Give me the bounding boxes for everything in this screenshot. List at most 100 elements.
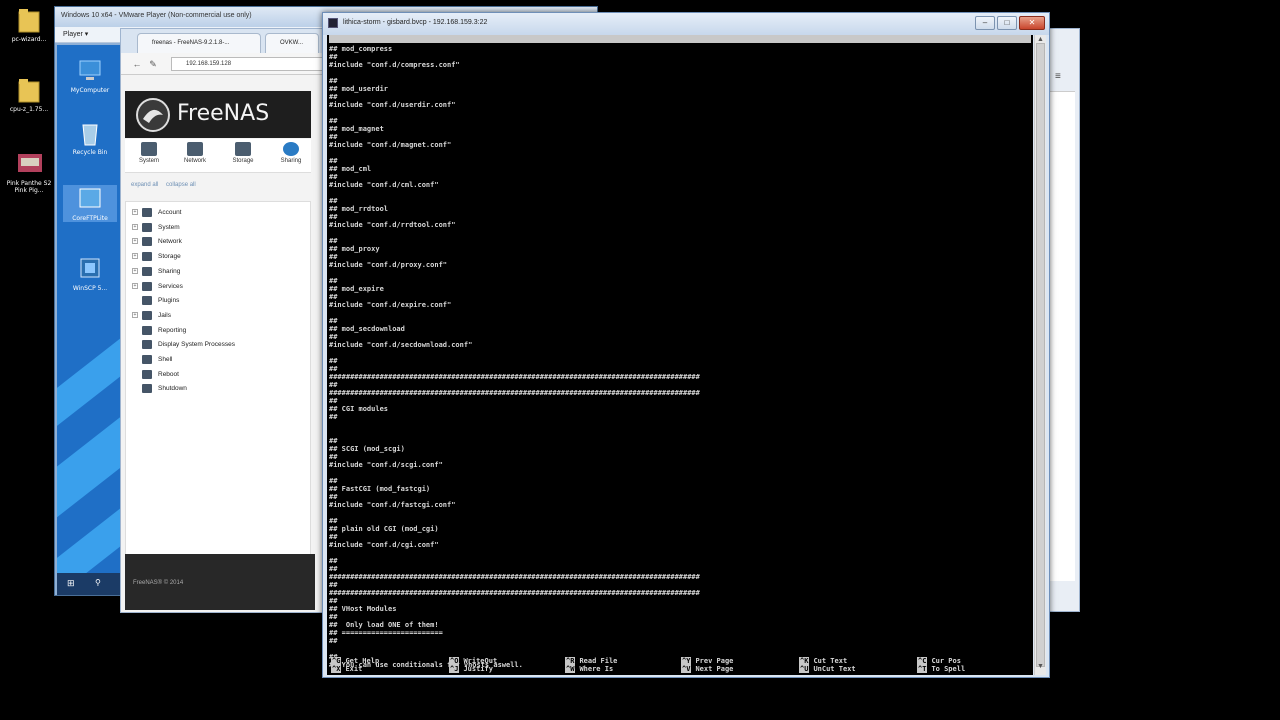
scroll-down-icon[interactable]: ▼ xyxy=(1037,663,1044,670)
terminal-line: ## mod_compress xyxy=(329,45,393,53)
terminal-line: #include "conf.d/proxy.conf" xyxy=(329,261,448,269)
expand-toggle-icon[interactable]: + xyxy=(132,282,138,289)
shortcut-cut-text: ^K Cut Text xyxy=(799,657,847,665)
terminal-line: ########################################… xyxy=(329,573,700,581)
shortcut-label: Justify xyxy=(463,665,493,673)
desktop-icon-pc-wizard[interactable]: pc-wizard... xyxy=(2,6,56,43)
shortcut-key: ^T xyxy=(917,665,928,673)
scrollbar-thumb[interactable] xyxy=(1036,43,1045,667)
vm-icon-mycomputer[interactable]: MyComputer xyxy=(63,57,117,94)
scroll-up-icon[interactable]: ▲ xyxy=(1037,36,1044,43)
sharing-icon xyxy=(142,266,152,276)
desktop-icon-cpu-z[interactable]: cpu-z_1.75... xyxy=(2,76,56,113)
windows-start-icon[interactable]: ⊞ xyxy=(67,578,75,589)
expand-toggle-icon[interactable]: + xyxy=(132,311,138,318)
toolbar-sharing-button[interactable]: Sharing xyxy=(269,142,313,164)
terminal-line: ########################################… xyxy=(329,373,700,381)
vm-taskbar[interactable]: ⊞ ⚲ xyxy=(57,573,125,595)
reboot-icon xyxy=(142,369,152,379)
freenas-toolbar: System Network Storage Sharing xyxy=(125,139,311,173)
shortcut-label: To Spell xyxy=(931,665,966,673)
nano-filename: File: modules.conf xyxy=(575,51,651,59)
navigation-tree: + Account + System + Network + Storage + Sharing +… xyxy=(125,201,311,581)
expand-toggle-icon[interactable]: + xyxy=(132,209,138,215)
terminal-line: ## mod_magnet xyxy=(329,125,384,133)
menu-icon[interactable]: ≡ xyxy=(1055,71,1061,82)
toolbar-storage-button[interactable]: Storage xyxy=(221,142,265,164)
shell-icon xyxy=(142,355,152,364)
search-icon[interactable]: ⚲ xyxy=(95,578,101,587)
vm-icon-label: WinSCP 5... xyxy=(72,285,108,292)
tree-item-label: System xyxy=(158,223,180,231)
expand-toggle-icon[interactable]: + xyxy=(132,238,138,245)
terminal-line: #include "conf.d/fastcgi.conf" xyxy=(329,501,456,509)
desktop-icon-pink-panther[interactable]: Pink Panthe S2 Pink Pig... xyxy=(2,150,56,194)
network-icon xyxy=(187,142,203,156)
shortcut-key: ^R xyxy=(565,657,576,665)
terminal-line: ## xyxy=(329,381,338,389)
vm-desktop[interactable]: MyComputer Recycle Bin CoreFTPLite WinSC… xyxy=(57,45,125,595)
terminal-line: ## mod_secdownload xyxy=(329,325,405,333)
terminal-line: ########################################… xyxy=(329,589,700,597)
tab-freenas[interactable]: freenas - FreeNAS-9.2.1.8-... xyxy=(137,33,261,53)
terminal-line: ## xyxy=(329,517,338,525)
shortcut-label: Get Help xyxy=(345,657,380,665)
terminal-app-icon xyxy=(328,18,338,28)
terminal-line: #include "conf.d/userdir.conf" xyxy=(329,101,456,109)
terminal-window[interactable]: lithica-storm - gisbard.bvcp - 192.168.1… xyxy=(322,12,1050,678)
expand-all-link[interactable]: expand all xyxy=(131,182,158,188)
tree-item-label: Storage xyxy=(158,253,181,261)
collapse-all-link[interactable]: collapse all xyxy=(166,182,196,188)
vm-icon-coreftp[interactable]: CoreFTPLite xyxy=(63,185,117,222)
terminal-line: ## xyxy=(329,565,338,573)
desktop-icon-label: Pink Panthe S2 Pink Pig... xyxy=(6,180,52,194)
expand-toggle-icon[interactable]: + xyxy=(132,267,138,274)
shortcut-label: Prev Page xyxy=(695,657,734,665)
terminal-line: ## FastCGI (mod_fastcgi) xyxy=(329,485,431,493)
terminal-line: ## xyxy=(329,613,338,621)
terminal-line: ## xyxy=(329,77,338,85)
desktop-icon-label: cpu-z_1.75... xyxy=(9,106,49,113)
terminal-line: ## xyxy=(329,365,338,373)
copyright-text: FreeNAS® © 2014 xyxy=(133,580,184,586)
network-icon xyxy=(142,237,152,247)
expand-toggle-icon[interactable]: + xyxy=(132,253,138,260)
back-icon[interactable]: ← xyxy=(131,58,143,70)
nano-header-bar: GNU nano 2.2.6 File: modules.conf Modifi… xyxy=(329,35,1031,67)
plugins-icon xyxy=(142,296,152,306)
expand-toggle-icon[interactable]: + xyxy=(132,223,138,230)
tree-item-label: Shell xyxy=(158,356,173,363)
tab-second[interactable]: OVKW... xyxy=(265,33,319,53)
toolbar-system-button[interactable]: System xyxy=(127,142,171,164)
wrench-icon[interactable]: ✎ xyxy=(147,58,159,70)
tree-item-label: Plugins xyxy=(158,297,180,305)
maximize-button[interactable]: □ xyxy=(997,16,1017,30)
shortcut-exit: ^X Exit xyxy=(331,665,362,673)
vm-icon-winscp[interactable]: WinSCP 5... xyxy=(63,255,117,292)
tree-item-label: Sharing xyxy=(158,267,181,275)
vm-icon-recycle-bin[interactable]: Recycle Bin xyxy=(63,119,117,156)
terminal-line: ## xyxy=(329,93,338,101)
tree-item-label: Reboot xyxy=(158,370,179,378)
terminal-title: lithica-storm - gisbard.bvcp - 192.168.1… xyxy=(343,19,488,26)
shortcut-prev-page: ^Y Prev Page xyxy=(681,657,733,665)
shortcut-uncut-text: ^U UnCut Text xyxy=(799,665,856,673)
shortcut-next-page: ^V Next Page xyxy=(681,665,733,673)
terminal-line: ## xyxy=(329,357,338,365)
minimize-button[interactable]: – xyxy=(975,16,995,30)
services-icon xyxy=(142,281,152,291)
terminal-line: ## xyxy=(329,277,338,285)
terminal-screen[interactable]: GNU nano 2.2.6 File: modules.conf Modifi… xyxy=(327,35,1033,675)
terminal-line: ## xyxy=(329,197,338,205)
freenas-logo-text: FreeNAS xyxy=(177,101,270,126)
terminal-titlebar[interactable]: lithica-storm - gisbard.bvcp - 192.168.1… xyxy=(323,13,1049,35)
computer-icon xyxy=(77,57,103,85)
vm-icon-label: MyComputer xyxy=(70,87,110,94)
toolbar-network-button[interactable]: Network xyxy=(173,142,217,164)
freenas-shark-logo-icon xyxy=(136,98,170,132)
close-button[interactable]: ✕ xyxy=(1019,16,1045,30)
shortcut-to-spell: ^T To Spell xyxy=(917,665,965,673)
terminal-line: ## mod_expire xyxy=(329,285,384,293)
shortcut-key: ^C xyxy=(917,657,928,665)
terminal-scrollbar[interactable]: ▲ ▼ xyxy=(1034,35,1046,675)
